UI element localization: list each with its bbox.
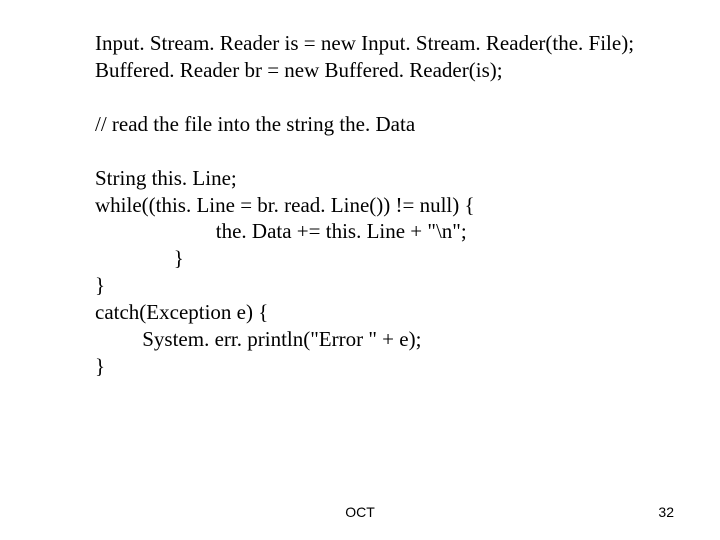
page-number: 32: [658, 504, 674, 520]
code-line: the. Data += this. Line + "\n";: [95, 218, 680, 245]
code-line: while((this. Line = br. read. Line()) !=…: [95, 192, 680, 219]
code-line: // read the file into the string the. Da…: [95, 111, 680, 138]
code-line: String this. Line;: [95, 165, 680, 192]
code-line: }: [95, 245, 680, 272]
code-line: }: [95, 353, 680, 380]
code-line: Buffered. Reader br = new Buffered. Read…: [95, 57, 680, 84]
code-line: System. err. println("Error " + e);: [95, 326, 680, 353]
code-line: }: [95, 272, 680, 299]
footer-label: OCT: [345, 504, 375, 520]
code-block: Input. Stream. Reader is = new Input. St…: [0, 0, 720, 380]
code-line: Input. Stream. Reader is = new Input. St…: [95, 30, 680, 57]
code-line: catch(Exception e) {: [95, 299, 680, 326]
